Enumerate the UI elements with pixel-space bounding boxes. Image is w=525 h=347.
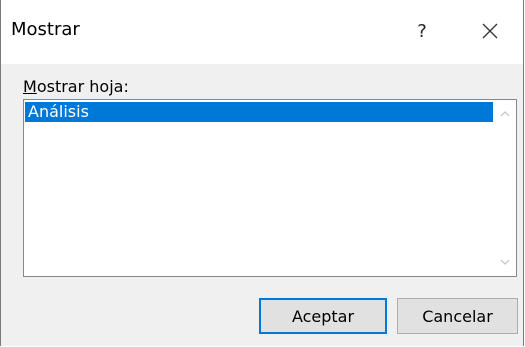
vertical-scrollbar[interactable] bbox=[494, 100, 516, 276]
close-button[interactable] bbox=[467, 14, 513, 48]
sheet-list-label: Mostrar hoja: bbox=[23, 77, 129, 96]
list-item-label: Análisis bbox=[28, 102, 89, 121]
access-key-letter: M bbox=[23, 77, 37, 96]
close-icon bbox=[482, 23, 498, 39]
show-sheet-dialog: Mostrar ? Mostrar hoja: Análisis Aceptar… bbox=[0, 0, 524, 346]
help-icon: ? bbox=[417, 20, 427, 42]
scroll-up-button[interactable] bbox=[494, 104, 516, 124]
title-bar: Mostrar ? bbox=[1, 0, 523, 64]
chevron-up-icon bbox=[500, 111, 510, 117]
list-item[interactable]: Análisis bbox=[25, 102, 493, 122]
help-button[interactable]: ? bbox=[403, 14, 441, 48]
scroll-down-button[interactable] bbox=[494, 252, 516, 272]
sheet-list-label-text: ostrar hoja: bbox=[36, 77, 129, 96]
cancel-button[interactable]: Cancelar bbox=[397, 298, 518, 334]
ok-button[interactable]: Aceptar bbox=[259, 298, 387, 334]
sheet-listbox[interactable]: Análisis bbox=[23, 99, 517, 277]
dialog-title: Mostrar bbox=[11, 19, 80, 40]
chevron-down-icon bbox=[500, 259, 510, 265]
